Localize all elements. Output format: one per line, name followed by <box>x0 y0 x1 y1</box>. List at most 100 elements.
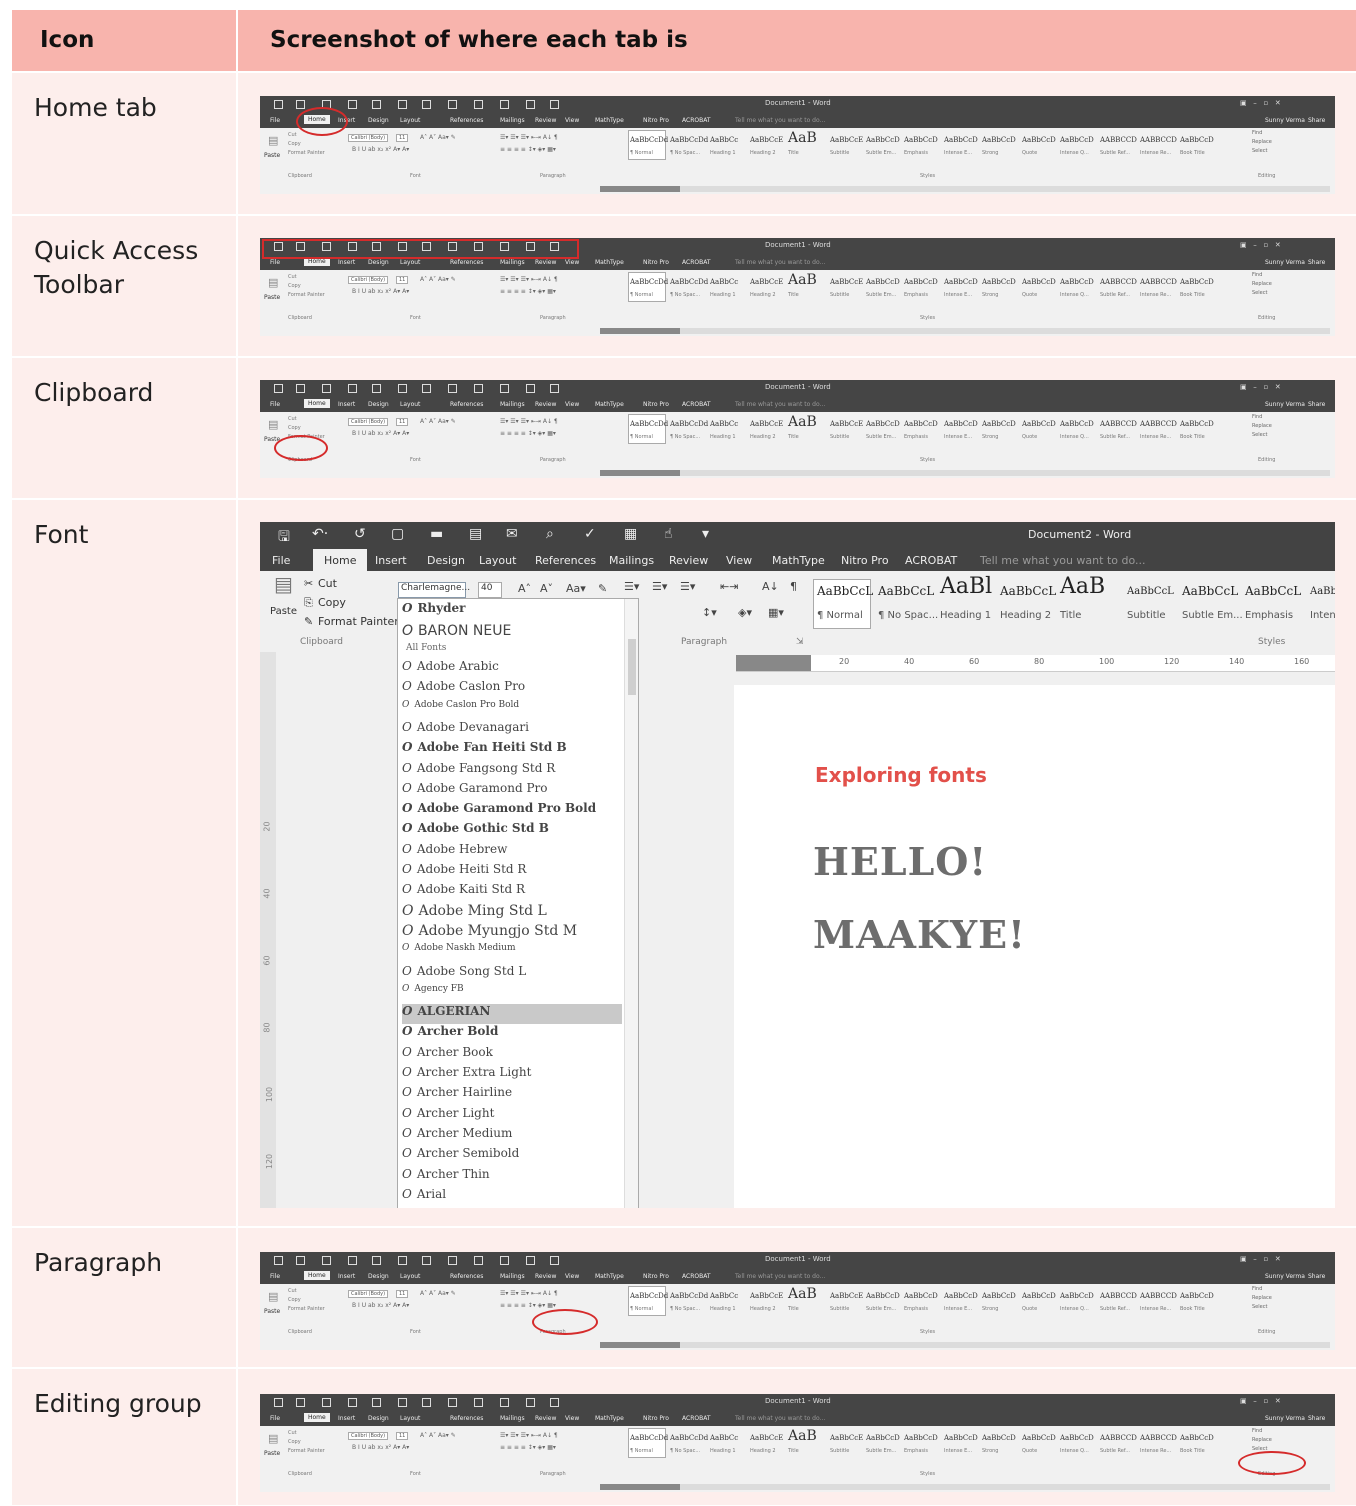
new-doc-icon[interactable] <box>348 1398 357 1407</box>
style-sample[interactable]: AABBCCD <box>1100 1292 1137 1300</box>
tab-view[interactable]: View <box>565 259 579 266</box>
editing-item[interactable]: Find <box>1252 1428 1262 1434</box>
editing-item[interactable]: Replace <box>1252 281 1272 287</box>
editing-item[interactable]: Find <box>1252 1286 1262 1292</box>
style-sample[interactable]: AaBbCcL <box>1245 584 1301 598</box>
font-format-icons[interactable]: A˄ A˅ Aa▾ ✎ <box>420 1432 456 1439</box>
tab-references[interactable]: References <box>535 554 596 567</box>
tab-insert[interactable]: Insert <box>375 554 407 567</box>
undo-icon[interactable] <box>296 1256 305 1265</box>
share-button[interactable]: Share <box>1308 1273 1325 1280</box>
font-list-item[interactable]: O Archer Bold <box>402 1024 622 1044</box>
tab-nitro-pro[interactable]: Nitro Pro <box>643 259 669 266</box>
touch-mode-icon[interactable] <box>526 1256 535 1265</box>
clipboard-item[interactable]: Cut <box>288 274 297 280</box>
tab-mailings[interactable]: Mailings <box>500 117 525 124</box>
style-sample[interactable]: AaBbCcD <box>944 1434 978 1442</box>
tell-me-box[interactable]: Tell me what you want to do... <box>980 554 1146 567</box>
tab-home[interactable]: Home <box>304 1271 330 1280</box>
font-name-box[interactable]: Calibri (Body) <box>348 418 389 426</box>
style-sample[interactable]: AaBbCcL <box>1000 584 1056 598</box>
font-list-item[interactable]: O Adobe Caslon Pro Bold <box>402 700 622 720</box>
style-sample[interactable]: AaBbCcE <box>750 1434 783 1442</box>
spelling-icon[interactable]: ✓ <box>584 526 596 542</box>
tell-me-box[interactable]: Tell me what you want to do... <box>735 259 825 266</box>
style-sample[interactable]: AaBbCcD <box>904 420 938 428</box>
editing-item[interactable]: Select <box>1252 1304 1267 1310</box>
paste-icon[interactable]: ▤ <box>268 276 278 289</box>
font-size-box[interactable]: 11 <box>396 134 409 142</box>
new-doc-icon[interactable]: ▢ <box>391 526 404 542</box>
tab-home[interactable]: Home <box>304 399 330 408</box>
tab-mailings[interactable]: Mailings <box>609 554 654 567</box>
font-format-icons[interactable]: A˄ A˅ Aa▾ ✎ <box>420 134 456 141</box>
open-icon[interactable] <box>372 384 381 393</box>
style-sample[interactable]: AaBbCcD <box>866 1292 900 1300</box>
style-sample[interactable]: AaBbCcE <box>830 420 863 428</box>
font-list-item[interactable]: O Adobe Garamond Pro Bold <box>402 801 622 821</box>
redo-icon[interactable]: ↺ <box>354 526 366 542</box>
style-sample[interactable]: AaBbCcD <box>1060 136 1094 144</box>
style-sample[interactable]: AaBbCcDd <box>630 420 668 428</box>
style-sample[interactable]: AaBbCcD <box>982 1434 1016 1442</box>
email-icon[interactable] <box>422 1398 431 1407</box>
save-icon[interactable] <box>274 384 283 393</box>
editing-item[interactable]: Replace <box>1252 139 1272 145</box>
style-sample[interactable]: AaBbCcE <box>830 136 863 144</box>
style-sample[interactable]: AaBbCcDd <box>630 1292 668 1300</box>
sort-icon[interactable]: A↓ <box>762 580 779 593</box>
print-icon[interactable] <box>398 384 407 393</box>
editing-item[interactable]: Replace <box>1252 1295 1272 1301</box>
style-sample[interactable]: AaBbCcE <box>830 1434 863 1442</box>
font-list-item[interactable]: O Adobe Arabic <box>402 659 622 679</box>
style-sample[interactable]: AaBbCcD <box>1180 136 1214 144</box>
touch-mode-icon[interactable]: ☝ <box>664 526 673 542</box>
share-button[interactable]: Share <box>1308 401 1325 408</box>
style-sample[interactable]: AABBCCD <box>1140 278 1177 286</box>
font-list-item[interactable]: O Adobe Gothic Std B <box>402 821 622 841</box>
tab-view[interactable]: View <box>565 1415 579 1422</box>
tab-design[interactable]: Design <box>427 554 465 567</box>
line-spacing-icon[interactable]: ↕▾ <box>702 606 717 619</box>
touch-mode-icon[interactable] <box>526 100 535 109</box>
tab-references[interactable]: References <box>450 1273 483 1280</box>
tab-mathtype[interactable]: MathType <box>595 117 624 124</box>
undo-icon[interactable] <box>296 384 305 393</box>
style-sample[interactable]: AaBbCcD <box>866 136 900 144</box>
preview-icon[interactable]: ⌕ <box>546 526 554 542</box>
tab-home[interactable]: Home <box>304 1413 330 1422</box>
paragraph-icons[interactable]: ☰▾ ☰▾ ☰▾ ⇤⇥ A↓ ¶ <box>500 418 558 425</box>
paste-icon[interactable]: ▤ <box>268 134 278 147</box>
font-list-item[interactable]: O Adobe Hebrew <box>402 842 622 862</box>
tab-view[interactable]: View <box>565 1273 579 1280</box>
tab-file[interactable]: File <box>272 554 290 567</box>
borders-icon[interactable]: ▦▾ <box>768 606 784 619</box>
font-size-box[interactable]: 11 <box>396 1432 409 1440</box>
font-list-item[interactable]: O Adobe Naskh Medium <box>402 943 622 963</box>
editing-item[interactable]: Select <box>1252 432 1267 438</box>
style-sample[interactable]: AaBbCcDd <box>670 1434 708 1442</box>
print-icon[interactable] <box>398 1398 407 1407</box>
font-name-box[interactable]: Calibri (Body) <box>348 1290 389 1298</box>
preview-icon[interactable] <box>448 384 457 393</box>
style-sample[interactable]: AaBbCcD <box>982 278 1016 286</box>
print-icon[interactable] <box>398 100 407 109</box>
style-sample[interactable]: AaB <box>788 1286 817 1302</box>
tab-mailings[interactable]: Mailings <box>500 401 525 408</box>
style-sample[interactable]: AABBCCD <box>1140 136 1177 144</box>
share-button[interactable]: Share <box>1308 1415 1325 1422</box>
font-style-icons[interactable]: B I U ab x₂ x² A▾ A▾ <box>352 430 409 437</box>
font-format-icons[interactable]: A˄ A˅ Aa▾ ✎ <box>420 418 456 425</box>
style-sample[interactable]: AaBbCcDd <box>670 278 708 286</box>
tab-nitro-pro[interactable]: Nitro Pro <box>841 554 889 567</box>
style-sample[interactable]: AABBCCD <box>1100 1434 1137 1442</box>
new-doc-icon[interactable] <box>348 1256 357 1265</box>
multilevel-icon[interactable]: ☰▾ <box>680 580 695 593</box>
document-page[interactable]: Exploring fonts HELLO! MAAKYE! <box>734 685 1335 1208</box>
tab-design[interactable]: Design <box>368 1273 389 1280</box>
preview-icon[interactable] <box>448 1398 457 1407</box>
open-icon[interactable]: ▬ <box>430 526 443 542</box>
tab-review[interactable]: Review <box>669 554 708 567</box>
tab-mathtype[interactable]: MathType <box>595 401 624 408</box>
paragraph-icons[interactable]: ☰▾ ☰▾ ☰▾ ⇤⇥ A↓ ¶ <box>500 1290 558 1297</box>
